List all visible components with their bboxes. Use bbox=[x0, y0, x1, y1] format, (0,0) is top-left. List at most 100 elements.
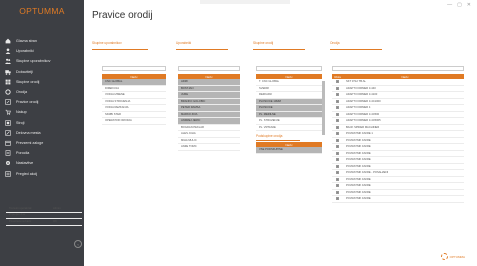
close-button[interactable]: ✕ bbox=[467, 2, 471, 8]
sidebar-item-label: Orodja bbox=[16, 90, 28, 95]
collapse-sidebar-button[interactable]: ‹ bbox=[74, 240, 82, 248]
tool-checkbox[interactable] bbox=[336, 93, 339, 97]
user-groups-list: CNC GLOBAL DIREKCIJA VODJA IZMENE VODJA STR… bbox=[102, 79, 166, 125]
page-title: Pravice orodij bbox=[92, 10, 153, 21]
tool-checkbox[interactable] bbox=[336, 132, 339, 136]
sidebar-item-delovna-mesta[interactable]: Delovna mesta bbox=[0, 128, 84, 138]
tool-checkbox[interactable] bbox=[336, 99, 339, 103]
report-icon bbox=[5, 150, 11, 156]
tools-search-input[interactable] bbox=[332, 66, 464, 71]
tool-name: ADAPTI FORMER 3-4100 bbox=[346, 93, 378, 97]
tool-checkbox[interactable] bbox=[336, 106, 339, 110]
logo-gear-icon bbox=[440, 253, 448, 260]
sidebar-item-nastavitve[interactable]: Nastavitve bbox=[0, 158, 84, 168]
tool-groups-divider bbox=[253, 49, 305, 50]
users-search-input[interactable] bbox=[178, 66, 240, 71]
user-groups-search-input[interactable] bbox=[102, 66, 166, 71]
status-key: Povezava na bazo: bbox=[9, 219, 32, 223]
sidebar-item-label: Pregled akcij bbox=[16, 171, 38, 176]
sidebar-item-prevzemi-zaloge[interactable]: Prevzemi zaloge bbox=[0, 138, 84, 148]
tool-checkbox[interactable] bbox=[336, 112, 339, 116]
status-key: Trenutni uporabnik: bbox=[9, 206, 33, 210]
tool-checkbox[interactable] bbox=[336, 158, 339, 162]
tool-checkbox[interactable] bbox=[336, 138, 339, 142]
sidebar-item-glavna-stran[interactable]: Glavna stran bbox=[0, 36, 84, 46]
tools-label: Orodja bbox=[330, 41, 340, 45]
tool-name: ADAPTI FORMER 4 bbox=[346, 106, 371, 110]
tool-groups-search-input[interactable] bbox=[256, 66, 322, 71]
sidebar-item-dobavitelji[interactable]: Dobavitelji bbox=[0, 67, 84, 77]
sidebar: OPTUMMA Glavna stran Uporabniki Skupine up… bbox=[0, 0, 84, 266]
tool-checkbox[interactable] bbox=[336, 86, 339, 90]
tool-checkbox[interactable] bbox=[336, 119, 339, 123]
tool-groups-scrollbar[interactable] bbox=[322, 81, 325, 135]
list-item[interactable]: ANZE TOMC bbox=[178, 144, 240, 151]
tool-name: POVRATNIK FAVRE bbox=[346, 145, 371, 149]
list-item[interactable]: VSE PODSKUPINE bbox=[256, 147, 322, 154]
tool-checkbox[interactable] bbox=[336, 177, 339, 181]
sidebar-item-label: Skupine uporabnikov bbox=[16, 59, 51, 64]
sidebar-item-uporabniki[interactable]: Uporabniki bbox=[0, 46, 84, 56]
status-value: Admin bbox=[53, 206, 61, 210]
list-item[interactable]: PL. VRTANJE bbox=[256, 125, 322, 131]
tool-groups-list: T. CNC GLOBAL SVEDRI REZKARJI PLOSCICE 10MM… bbox=[256, 79, 322, 131]
tool-subgroups-divider bbox=[256, 140, 300, 141]
users-icon bbox=[5, 58, 11, 65]
box-icon bbox=[5, 140, 11, 146]
tool-checkbox[interactable] bbox=[336, 164, 339, 168]
tool-checkbox[interactable] bbox=[336, 151, 339, 155]
tool-name: POVRATNIK FAVRE bbox=[346, 138, 371, 142]
tool-checkbox[interactable] bbox=[336, 190, 339, 194]
sidebar-item-skupine-orodij[interactable]: Skupine orodij bbox=[0, 77, 84, 87]
tool-subgroups-label: Podskupine orodja bbox=[256, 134, 283, 138]
tool-name: POVRATNIK FAVRE bbox=[346, 197, 371, 201]
tool-icon bbox=[5, 89, 11, 95]
tool-name: POVRATNIK FAVRE bbox=[346, 151, 371, 155]
tool-name: POVRATNIK FAVRE bbox=[346, 190, 371, 194]
user-icon bbox=[5, 48, 11, 55]
tool-checkbox[interactable] bbox=[336, 171, 339, 175]
tool-name: ADAPTI FORMER 3-4C500 bbox=[346, 112, 380, 116]
sidebar-item-pregled-akcij[interactable]: Pregled akcij bbox=[0, 168, 84, 178]
status-key: Prijavljen dne: bbox=[9, 213, 26, 217]
tool-name: POVRATNIK FAVRE - POSALZENI bbox=[346, 171, 389, 175]
tools-divider bbox=[330, 49, 382, 50]
status-value: OK bbox=[53, 219, 57, 223]
sidebar-item-pravice-orodij[interactable]: Pravice orodij bbox=[0, 97, 84, 107]
truck-icon bbox=[5, 69, 11, 75]
sidebar-item-label: Dobavitelji bbox=[16, 69, 34, 74]
tool-checkbox[interactable] bbox=[336, 145, 339, 149]
tool-checkbox[interactable] bbox=[336, 184, 339, 188]
sidebar-item-label: Porocila bbox=[16, 151, 30, 156]
logo-text: OPTUMMA bbox=[449, 254, 465, 259]
tool-name: SKT 0712 TB AL bbox=[346, 80, 366, 84]
tools-header-select[interactable]: Izbira bbox=[332, 75, 346, 79]
tool-name: POVRATNIK FAVRE bbox=[346, 164, 371, 168]
tools-header-name[interactable]: Naziv bbox=[346, 75, 464, 79]
tool-groups-label: Skupine orodij bbox=[253, 41, 274, 45]
sidebar-item-skupine-uporabnikov[interactable]: Skupine uporabnikov bbox=[0, 56, 84, 66]
tool-checkbox[interactable] bbox=[336, 80, 339, 84]
tool-checkbox[interactable] bbox=[336, 125, 339, 129]
desk-icon bbox=[5, 130, 11, 136]
title-bar-drag-area[interactable] bbox=[200, 0, 290, 4]
list-item[interactable]: OPERATOR ORODJA bbox=[102, 118, 166, 125]
home-icon bbox=[5, 38, 11, 44]
sidebar-item-nakup[interactable]: Nakup bbox=[0, 107, 84, 117]
user-groups-divider bbox=[92, 49, 148, 50]
tool-checkbox[interactable] bbox=[336, 197, 339, 201]
tool-name: ADAPTI FORMER 3-4C5005 bbox=[346, 119, 381, 123]
sidebar-item-orodja[interactable]: Orodja bbox=[0, 87, 84, 97]
status-row: Povezava na bazo: OK bbox=[6, 219, 82, 226]
maximize-button[interactable]: ▢ bbox=[457, 2, 462, 8]
list-icon bbox=[5, 170, 11, 177]
users-divider bbox=[176, 49, 228, 50]
minimize-button[interactable]: — bbox=[447, 2, 452, 8]
sidebar-nav: Glavna stran Uporabniki Skupine uporabniko… bbox=[0, 36, 84, 179]
toolgroup-icon bbox=[5, 79, 11, 85]
company-logo: OPTUMMA bbox=[440, 253, 465, 260]
sidebar-item-stroji[interactable]: Stroji bbox=[0, 118, 84, 128]
table-row[interactable]: POVRATNIK FAVRE bbox=[332, 196, 464, 203]
sidebar-item-porocila[interactable]: Porocila bbox=[0, 148, 84, 158]
sidebar-item-label: Nastavitve bbox=[16, 161, 34, 166]
